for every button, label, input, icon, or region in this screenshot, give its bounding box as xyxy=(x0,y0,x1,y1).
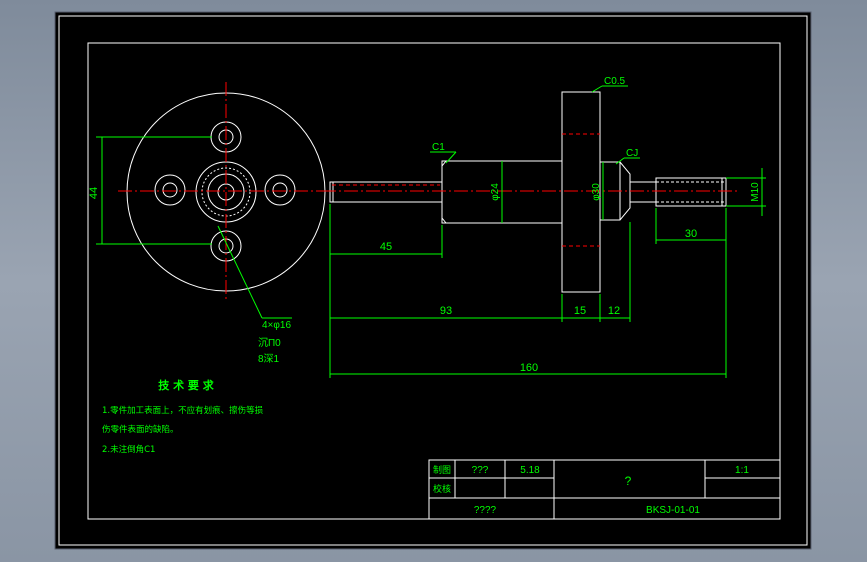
tb-scale: 1:1 xyxy=(735,465,749,476)
hole-note-counterbore: 沉П0 xyxy=(258,336,281,349)
tb-label-check: 校核 xyxy=(433,483,451,495)
hole-note-depth: 8深1 xyxy=(258,353,280,365)
chamfer-c1-text: C1 xyxy=(432,142,445,153)
dim-45-text: 45 xyxy=(380,241,392,253)
tb-school: ???? xyxy=(474,505,497,516)
tb-drawing-no: BKSJ-01-01 xyxy=(646,505,700,516)
m10-text: M10 xyxy=(750,182,761,202)
dim-30-text: 30 xyxy=(685,228,697,240)
tb-part-name: ? xyxy=(625,474,632,488)
dim-15-text: 15 xyxy=(574,305,586,317)
tb-drawer: ??? xyxy=(472,465,489,476)
dim-12-text: 12 xyxy=(608,305,620,317)
dim-93-text: 93 xyxy=(440,305,452,317)
tb-label-draw: 制图 xyxy=(433,464,451,476)
dim-44-text: 44 xyxy=(88,187,100,199)
requirements-line-2: 伤零件表面的缺陷。 xyxy=(102,424,179,435)
cad-drawing-sheet: 44 4×φ16 沉П0 8深1 C0.5 C1 CJ φ24 φ30 M10 … xyxy=(54,11,812,550)
d30-text: φ30 xyxy=(591,183,602,201)
requirements-line-1: 1.零件加工表面上，不应有划痕、擦伤等损 xyxy=(102,405,264,416)
requirements-title: 技 术 要 求 xyxy=(158,378,214,392)
chamfer-c05-text: C0.5 xyxy=(604,76,626,87)
requirements-line-3: 2.未注倒角C1 xyxy=(102,444,155,455)
chamfer-cj-text: CJ xyxy=(626,148,638,159)
hole-note-count: 4×φ16 xyxy=(262,320,291,331)
d24-text: φ24 xyxy=(490,183,501,201)
tb-date: 5.18 xyxy=(520,465,540,476)
dim-160-text: 160 xyxy=(520,362,538,374)
